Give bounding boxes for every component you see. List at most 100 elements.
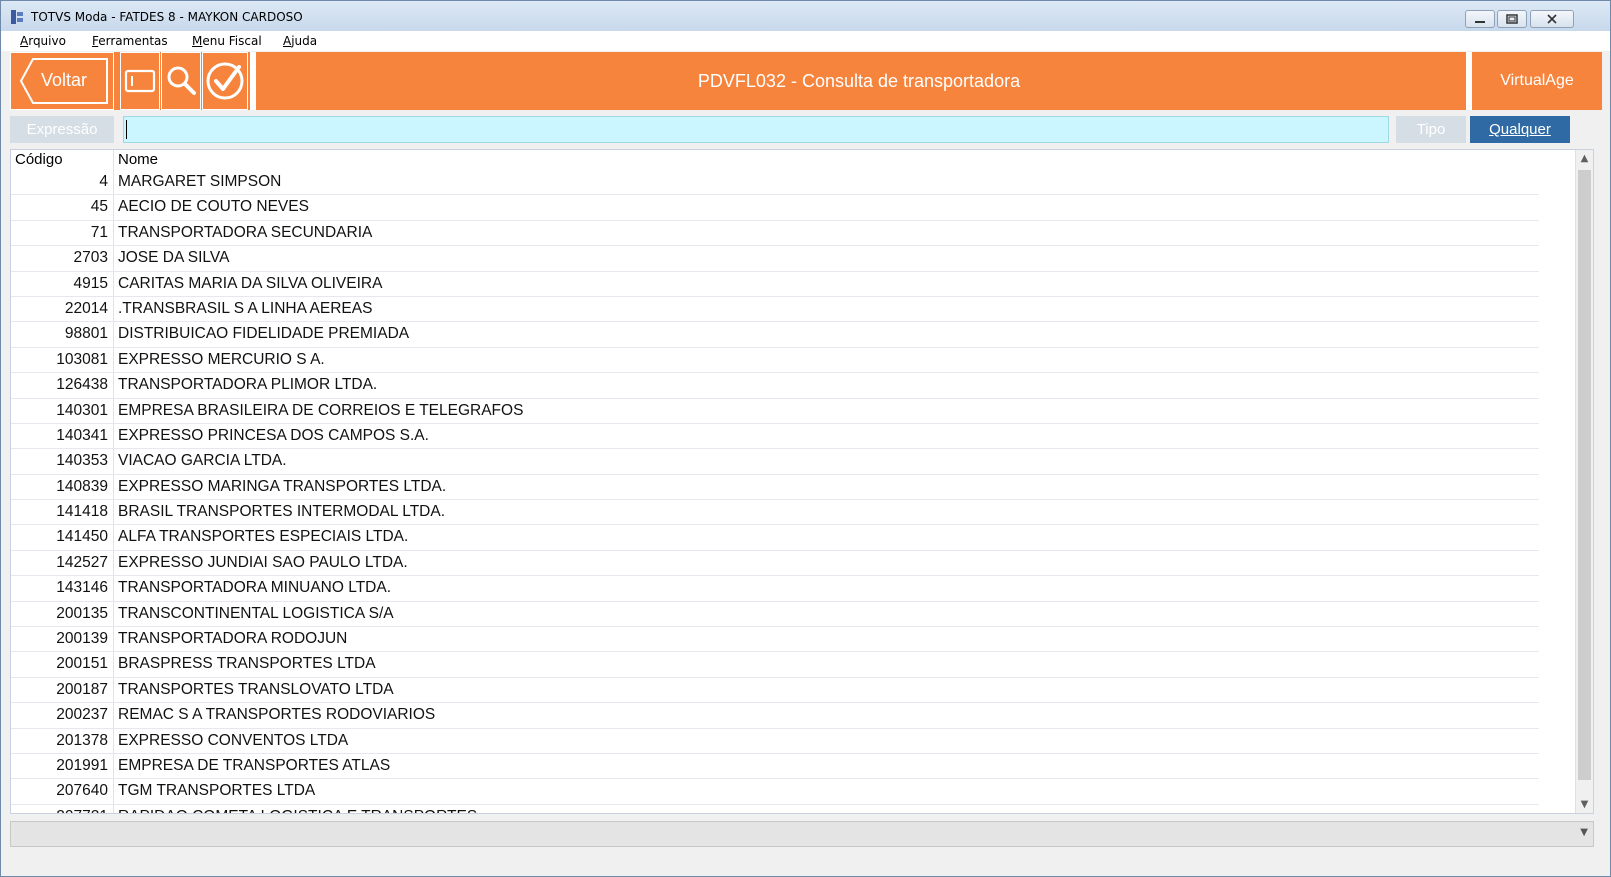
type-any-button[interactable]: Qualquer — [1470, 116, 1570, 143]
table-row[interactable]: 140839 EXPRESSO MARINGA TRANSPORTES LTDA. — [11, 475, 1539, 501]
screen-title: PDVFL032 - Consulta de transportadora — [697, 71, 1021, 91]
table-row[interactable]: 98801 DISTRIBUICAO FIDELIDADE PREMIADA — [11, 322, 1539, 348]
table-row[interactable]: 143146 TRANSPORTADORA MINUANO LTDA. — [11, 576, 1539, 602]
minimize-button[interactable] — [1465, 10, 1495, 28]
search-icon — [167, 66, 196, 95]
column-header-code[interactable]: Código — [15, 151, 63, 168]
scroll-up-icon[interactable]: ▲ — [1576, 150, 1593, 167]
table-row[interactable]: 207640 TGM TRANSPORTES LTDA — [11, 779, 1539, 805]
cell-code: 201991 — [56, 756, 108, 774]
table-row[interactable]: 71 TRANSPORTADORA SECUNDARIA — [11, 221, 1539, 247]
cell-name: AECIO DE COUTO NEVES — [118, 198, 309, 216]
menu-arquivo[interactable]: Arquivo — [20, 34, 66, 48]
cell-name: MARGARET SIMPSON — [118, 173, 282, 190]
table-row[interactable]: 142527 EXPRESSO JUNDIAI SAO PAULO LTDA. — [11, 551, 1539, 577]
table-row[interactable]: 200139 TRANSPORTADORA RODOJUN — [11, 627, 1539, 653]
brand-label: VirtualAge — [1466, 52, 1602, 110]
cell-code: 141418 — [56, 503, 108, 521]
cell-code: 200237 — [56, 706, 108, 724]
cell-code: 98801 — [64, 325, 108, 343]
app-window: TOTVS Moda - FATDES 8 - MAYKON CARDOSO A… — [0, 0, 1611, 877]
title-bar: TOTVS Moda - FATDES 8 - MAYKON CARDOSO — [1, 1, 1610, 31]
table-row[interactable]: 140353 VIACAO GARCIA LTDA. — [11, 449, 1539, 475]
toolbar-divider-left — [250, 52, 256, 110]
search-button[interactable] — [161, 52, 201, 110]
cell-code: 4915 — [73, 274, 108, 292]
cell-code: 200151 — [56, 655, 108, 673]
table-row[interactable]: 103081 EXPRESSO MERCURIO S A. — [11, 348, 1539, 374]
maximize-button[interactable] — [1497, 10, 1527, 28]
table-header: Código Nome — [11, 150, 1539, 170]
scroll-down-icon[interactable]: ▼ — [1576, 796, 1593, 813]
table-row[interactable]: 4 MARGARET SIMPSON — [11, 170, 1539, 196]
cell-name: BRASIL TRANSPORTES INTERMODAL LTDA. — [118, 503, 446, 521]
carrier-table: Código Nome 4 MARGARET SIMPSON 45 AECIO DE … — [10, 149, 1594, 814]
cell-code: 140353 — [56, 452, 108, 470]
cell-name: EMPRESA DE TRANSPORTES ATLAS — [118, 756, 391, 774]
table-row[interactable]: 207721 RAPIDAO COMETA LOGISTICA E TRANSPO… — [11, 805, 1539, 813]
table-row[interactable]: 141418 BRASIL TRANSPORTES INTERMODAL LTDA… — [11, 500, 1539, 526]
table-row[interactable]: 200151 BRASPRESS TRANSPORTES LTDA — [11, 652, 1539, 678]
table-row[interactable]: 201991 EMPRESA DE TRANSPORTES ATLAS — [11, 754, 1539, 780]
menu-fiscal[interactable]: Menu Fiscal — [192, 34, 262, 48]
table-row[interactable]: 141450 ALFA TRANSPORTES ESPECIAIS LTDA. — [11, 525, 1539, 551]
menu-ajuda[interactable]: Ajuda — [283, 34, 317, 48]
maximize-icon — [1506, 14, 1518, 24]
expression-input[interactable] — [123, 116, 1389, 143]
menu-arquivo-label: Arquivo — [20, 34, 66, 48]
cell-name: DISTRIBUICAO FIDELIDADE PREMIADA — [118, 325, 410, 343]
cell-code: 142527 — [56, 553, 108, 571]
minimize-icon — [1475, 21, 1485, 23]
table-row[interactable]: 22014 .TRANSBRASIL S A LINHA AEREAS — [11, 297, 1539, 323]
column-header-name[interactable]: Nome — [118, 151, 158, 168]
table-row[interactable]: 4915 CARITAS MARIA DA SILVA OLIVEIRA — [11, 272, 1539, 297]
table-row[interactable]: 140341 EXPRESSO PRINCESA DOS CAMPOS S.A. — [11, 424, 1539, 450]
table-row[interactable]: 140301 EMPRESA BRASILEIRA DE CORREIOS E T… — [11, 399, 1539, 424]
table-row[interactable]: 200187 TRANSPORTES TRANSLOVATO LTDA — [11, 678, 1539, 704]
text-caret — [126, 120, 127, 139]
cell-name: TRANSPORTADORA SECUNDARIA — [118, 223, 373, 241]
cell-name: CARITAS MARIA DA SILVA OLIVEIRA — [118, 274, 383, 292]
expression-label: Expressão — [10, 116, 114, 143]
back-button[interactable]: Voltar — [10, 52, 114, 110]
menu-ferramentas[interactable]: Ferramentas — [92, 34, 168, 48]
table-row[interactable]: 200237 REMAC S A TRANSPORTES RODOVIARIOS — [11, 703, 1539, 729]
cell-name: EMPRESA BRASILEIRA DE CORREIOS E TELEGRA… — [118, 401, 524, 419]
cell-code: 22014 — [64, 299, 108, 317]
cell-code: 71 — [90, 223, 108, 241]
cell-code: 140839 — [56, 477, 108, 495]
dropdown-icon[interactable]: ▼ — [1580, 827, 1588, 838]
cell-name: TRANSPORTADORA RODOJUN — [118, 630, 348, 648]
cell-code: 126438 — [56, 376, 108, 394]
scroll-thumb[interactable] — [1578, 170, 1591, 780]
table-row[interactable]: 201378 EXPRESSO CONVENTOS LTDA — [11, 729, 1539, 754]
close-icon — [1547, 14, 1557, 24]
menu-ajuda-label: Ajuda — [283, 34, 318, 48]
table-row[interactable]: 2703 JOSE DA SILVA — [11, 246, 1539, 272]
card-button[interactable] — [120, 52, 160, 110]
cell-name: TRANSPORTADORA PLIMOR LTDA. — [118, 376, 378, 394]
menu-fiscal-label: Menu Fiscal — [192, 34, 262, 48]
cell-name: RAPIDAO COMETA LOGISTICA E TRANSPORTES — [118, 808, 477, 813]
table-row[interactable]: 126438 TRANSPORTADORA PLIMOR LTDA. — [11, 373, 1539, 399]
cell-code: 200139 — [56, 630, 108, 648]
cell-code: 140301 — [56, 401, 108, 419]
cell-name: BRASPRESS TRANSPORTES LTDA — [118, 655, 376, 673]
table-row[interactable]: 200135 TRANSCONTINENTAL LOGISTICA S/A — [11, 602, 1539, 628]
cell-name: JOSE DA SILVA — [118, 249, 230, 267]
cell-name: TRANSCONTINENTAL LOGISTICA S/A — [118, 604, 394, 622]
cell-code: 2703 — [73, 249, 108, 267]
cell-name: EXPRESSO JUNDIAI SAO PAULO LTDA. — [118, 553, 408, 571]
cell-name: EXPRESSO PRINCESA DOS CAMPOS S.A. — [118, 426, 429, 444]
cell-code: 103081 — [56, 350, 108, 368]
cell-name: EXPRESSO MARINGA TRANSPORTES LTDA. — [118, 477, 447, 495]
app-icon — [11, 10, 23, 24]
table-row[interactable]: 45 AECIO DE COUTO NEVES — [11, 195, 1539, 221]
cell-name: EXPRESSO MERCURIO S A. — [118, 350, 325, 368]
close-button[interactable] — [1530, 10, 1574, 28]
vertical-scrollbar[interactable]: ▲ ▼ — [1575, 150, 1593, 813]
confirm-button[interactable] — [202, 52, 248, 110]
cell-code: 4 — [99, 173, 108, 190]
window-title: TOTVS Moda - FATDES 8 - MAYKON CARDOSO — [31, 10, 303, 24]
cell-code: 143146 — [56, 579, 108, 597]
